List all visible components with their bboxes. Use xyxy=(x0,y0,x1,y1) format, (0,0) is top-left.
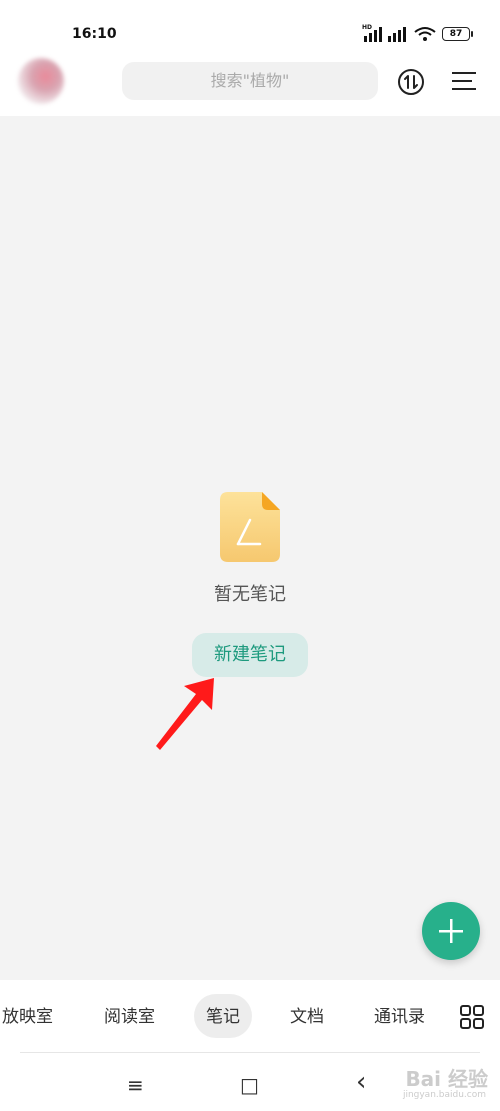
battery-indicator: 87 xyxy=(442,27,473,41)
grid-icon[interactable] xyxy=(460,1005,484,1029)
status-time: 16:10 xyxy=(72,26,117,42)
watermark-logo: Bai 经验 xyxy=(405,1067,488,1091)
tab-contacts[interactable]: 通讯录 xyxy=(374,1003,425,1031)
system-nav-bar: ≡ □ ‹ Bai 经验 jingyan.baidu.com xyxy=(0,1053,500,1111)
new-note-button[interactable]: 新建笔记 xyxy=(192,633,308,677)
system-back-button[interactable]: ‹ xyxy=(356,1067,366,1097)
status-bar: 16:10 HD 87 xyxy=(0,0,500,58)
empty-state-text: 暂无笔记 xyxy=(214,584,286,605)
status-icons: HD 87 xyxy=(362,24,473,44)
bottom-nav: 放映室 阅读室 笔记 文档 通讯录 xyxy=(0,980,500,1054)
wifi-icon xyxy=(414,27,436,41)
menu-icon[interactable] xyxy=(452,70,478,92)
red-arrow-annotation xyxy=(156,678,214,750)
tab-screening-room[interactable]: 放映室 xyxy=(2,1003,53,1031)
signal-icon-2 xyxy=(388,27,406,42)
add-note-fab[interactable] xyxy=(422,902,480,960)
avatar[interactable] xyxy=(18,58,64,104)
note-document-icon xyxy=(220,492,280,562)
tab-notes[interactable]: 笔记 xyxy=(206,1003,240,1031)
top-bar: 搜索"植物" xyxy=(0,58,500,116)
signal-icon xyxy=(364,27,382,42)
notes-content: 暂无笔记 新建笔记 xyxy=(0,116,500,980)
watermark-url: jingyan.baidu.com xyxy=(402,1090,486,1100)
tab-documents[interactable]: 文档 xyxy=(290,1003,324,1031)
plus-icon xyxy=(439,919,463,943)
sync-icon[interactable] xyxy=(397,68,425,96)
tab-reading-room[interactable]: 阅读室 xyxy=(104,1003,155,1031)
system-home-button[interactable]: □ xyxy=(240,1073,259,1097)
system-menu-button[interactable]: ≡ xyxy=(127,1073,144,1097)
search-input[interactable]: 搜索"植物" xyxy=(122,62,378,100)
